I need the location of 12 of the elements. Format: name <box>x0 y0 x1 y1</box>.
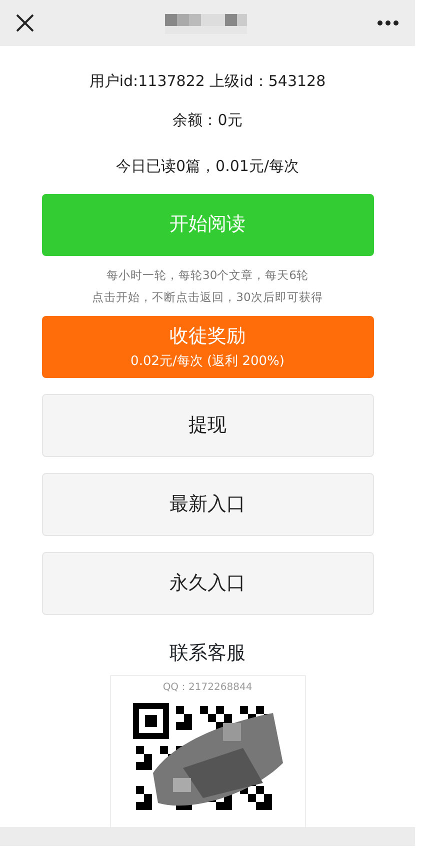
info-text: 用户id:1137822 上级id：543128 <box>89 71 326 92</box>
hint-text: 每小时一轮，每轮30个文章，每天6轮 <box>106 266 310 284</box>
qq-number: QQ：2172268844 <box>162 681 252 695</box>
menu-button[interactable]: 最新入口 <box>42 472 374 536</box>
menu-button[interactable]: 永久入口 <box>42 552 374 614</box>
info-text: 今日已读0篇，0.01元/每次 <box>116 156 299 177</box>
menu-button[interactable]: 提现 <box>42 394 374 456</box>
info-text: 余额：0元 <box>172 110 242 130</box>
contact-title: 联系客服 <box>170 640 246 666</box>
close-icon[interactable] <box>16 14 34 32</box>
hint-text: 点击开始，不断点击返回，30次后即可获得 <box>92 288 323 306</box>
more-icon[interactable] <box>377 20 399 26</box>
